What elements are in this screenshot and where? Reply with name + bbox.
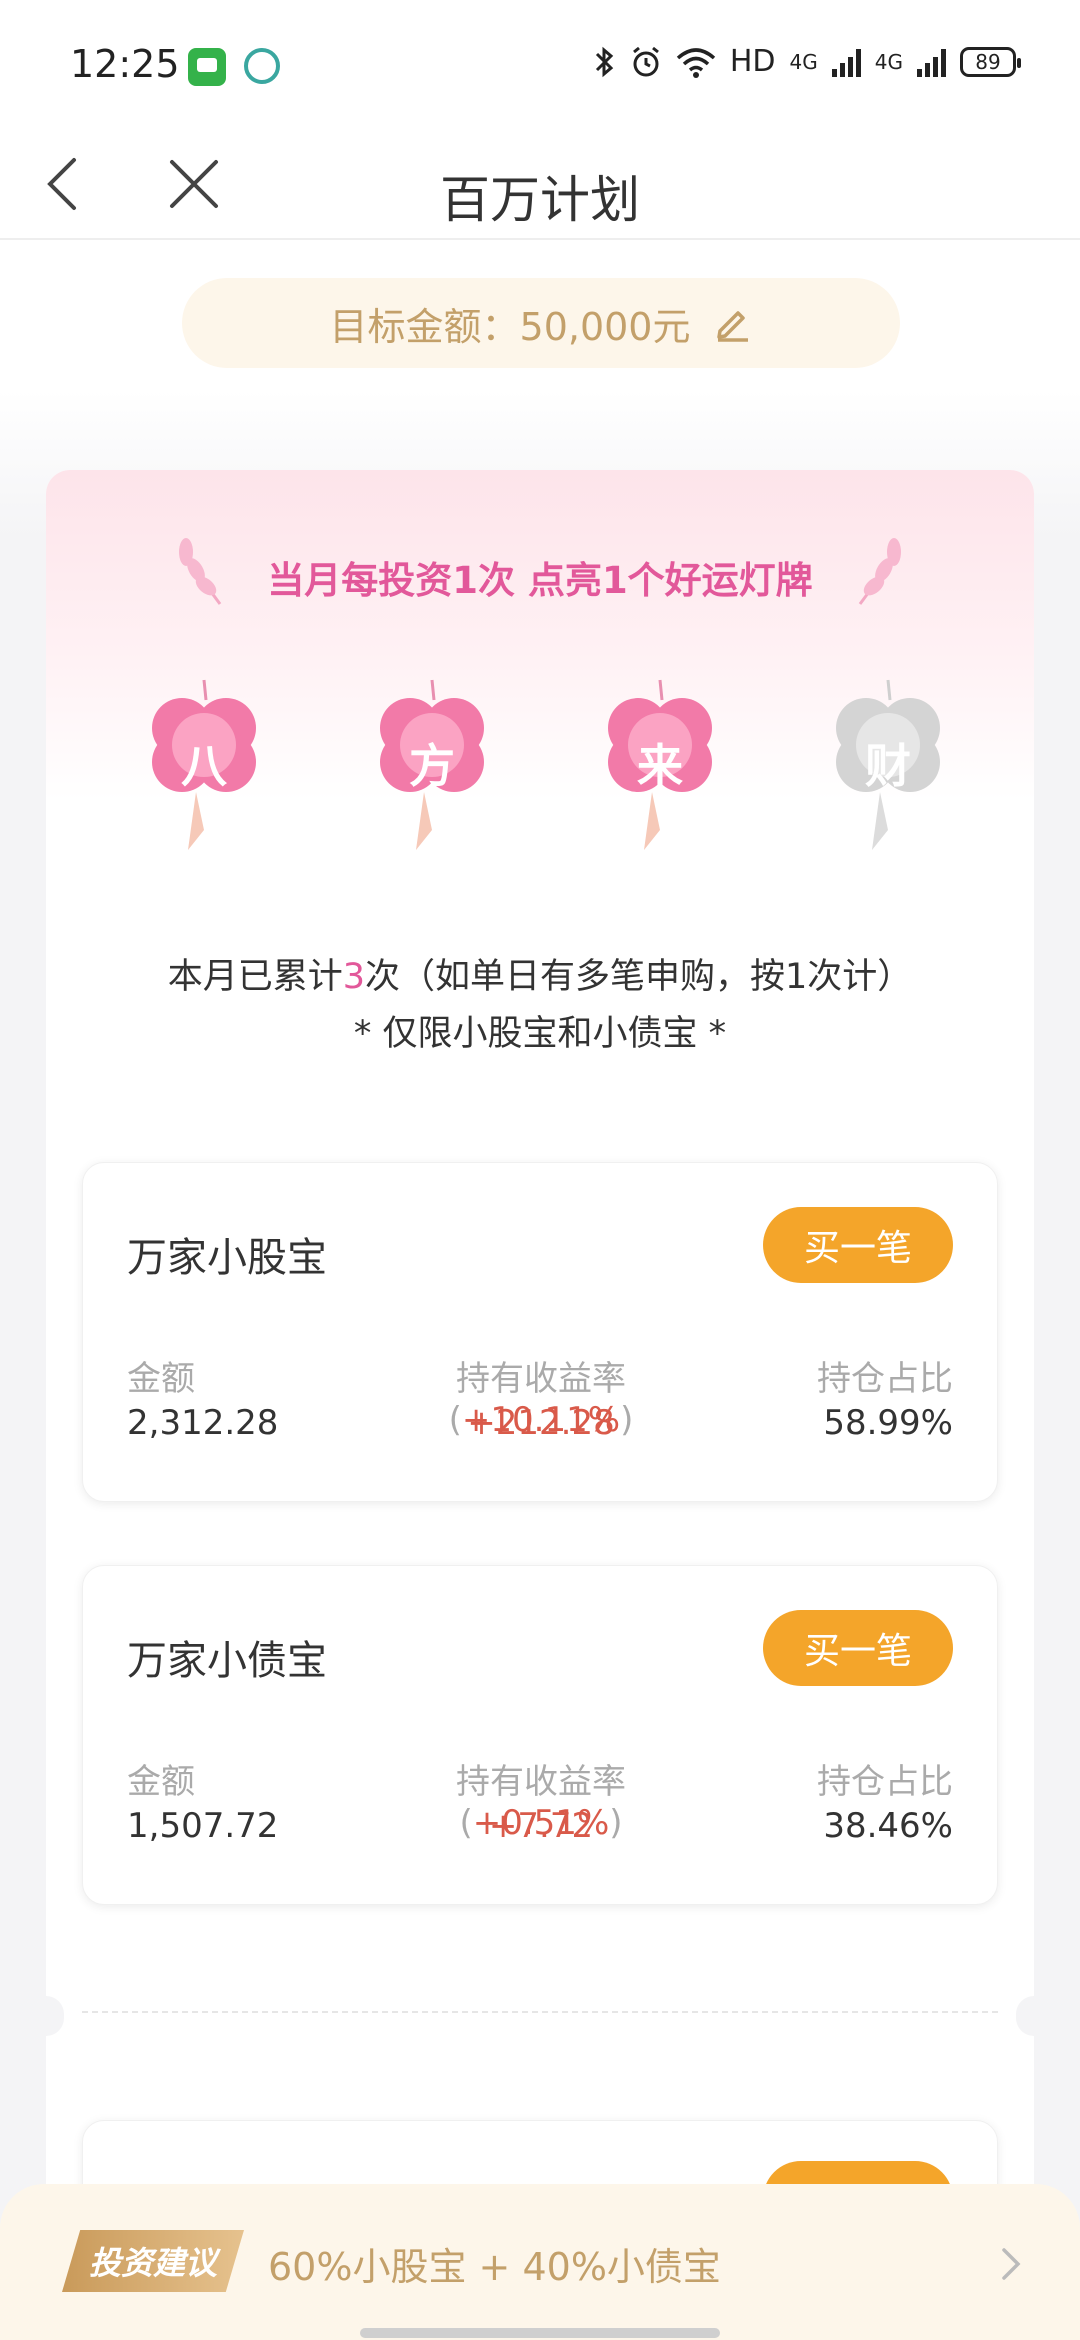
fund-card[interactable]: 万家小债宝 买一笔 金额 1,507.72 持有收益率(+0.51%) +7.7…	[82, 1565, 998, 1905]
amount-value: 1,507.72	[127, 1806, 279, 1846]
network-4g-2: 4G	[874, 49, 903, 74]
nav-header: 百万计划	[0, 130, 1080, 240]
app-notification-icon	[244, 48, 280, 84]
eligibility-note: * 仅限小股宝和小债宝 *	[353, 1014, 727, 1054]
lantern-lit: 方	[362, 670, 502, 870]
investment-suggestion-bar[interactable]: 投资建议 60%小股宝 + 40%小债宝	[0, 2184, 1080, 2340]
suggestion-tag: 投资建议	[62, 2230, 244, 2292]
status-icons: HD 4G 4G 89	[594, 44, 1021, 79]
buy-button[interactable]: 买一笔	[763, 1207, 953, 1283]
lantern-char: 方	[409, 739, 455, 793]
lucky-lanterns: 八 方 来 财	[46, 670, 1034, 870]
wifi-icon	[676, 47, 716, 78]
lantern-unlit: 财	[818, 670, 958, 870]
monthly-count-text: 本月已累计3次（如单日有多笔申购，按1次计）	[46, 948, 1034, 999]
message-app-icon	[188, 48, 226, 86]
amount-label: 金额	[127, 1359, 195, 1399]
fund-name: 万家小债宝	[127, 1638, 327, 1684]
count-suffix: 次（如单日有多笔申购，按1次计）	[365, 957, 913, 997]
signal-icon	[831, 47, 861, 77]
home-indicator[interactable]	[360, 2328, 720, 2338]
fund-card[interactable]: 万家小股宝 买一笔 金额 2,312.28 持有收益率(+10.11%) +21…	[82, 1162, 998, 1502]
lantern-lit: 来	[590, 670, 730, 870]
fund-name: 万家小股宝	[127, 1235, 327, 1281]
count-number: 3	[342, 957, 365, 997]
ratio-label: 持仓占比	[817, 1359, 953, 1399]
dashed-divider	[82, 2011, 998, 2013]
suggestion-text: 60%小股宝 + 40%小债宝	[268, 2245, 721, 2289]
target-amount-pill[interactable]: 目标金额：50,000元	[182, 278, 900, 368]
yield-value: +212.28	[467, 1403, 615, 1443]
lantern-char: 八	[181, 739, 227, 793]
page-title: 百万计划	[440, 171, 640, 229]
alarm-icon	[632, 46, 659, 76]
target-amount-label: 目标金额：50,000元	[329, 304, 691, 349]
battery-icon: 89	[960, 46, 1021, 77]
plan-card: 当月每投资1次 点亮1个好运灯牌 八 方 来 财 本月已累计3次（如单日有多笔申…	[46, 470, 1034, 2340]
lantern-lit: 八	[134, 670, 274, 870]
amount-value: 2,312.28	[127, 1403, 279, 1443]
ratio-value: 38.46%	[823, 1806, 953, 1846]
ratio-value: 58.99%	[823, 1403, 953, 1443]
pencil-icon[interactable]	[712, 303, 752, 343]
buy-button[interactable]: 买一笔	[763, 1610, 953, 1686]
bluetooth-icon	[595, 46, 614, 77]
hd-indicator: HD	[729, 44, 776, 79]
lantern-char: 财	[865, 739, 911, 793]
chevron-right-icon[interactable]	[996, 2244, 1026, 2284]
status-time: 12:25	[70, 42, 180, 86]
yield-value: +7.72	[488, 1806, 594, 1846]
ticket-notch	[46, 1996, 64, 2036]
status-bar: 12:25 HD 4G 4G 89	[0, 0, 1080, 130]
ticket-notch	[1016, 1996, 1034, 2036]
signal-icon	[917, 47, 946, 77]
ratio-label: 持仓占比	[817, 1762, 953, 1802]
wheat-decoration-icon	[858, 538, 901, 605]
count-prefix: 本月已累计	[167, 957, 343, 997]
network-4g-1: 4G	[789, 49, 818, 74]
amount-label: 金额	[127, 1762, 195, 1802]
lantern-char: 来	[637, 739, 683, 793]
